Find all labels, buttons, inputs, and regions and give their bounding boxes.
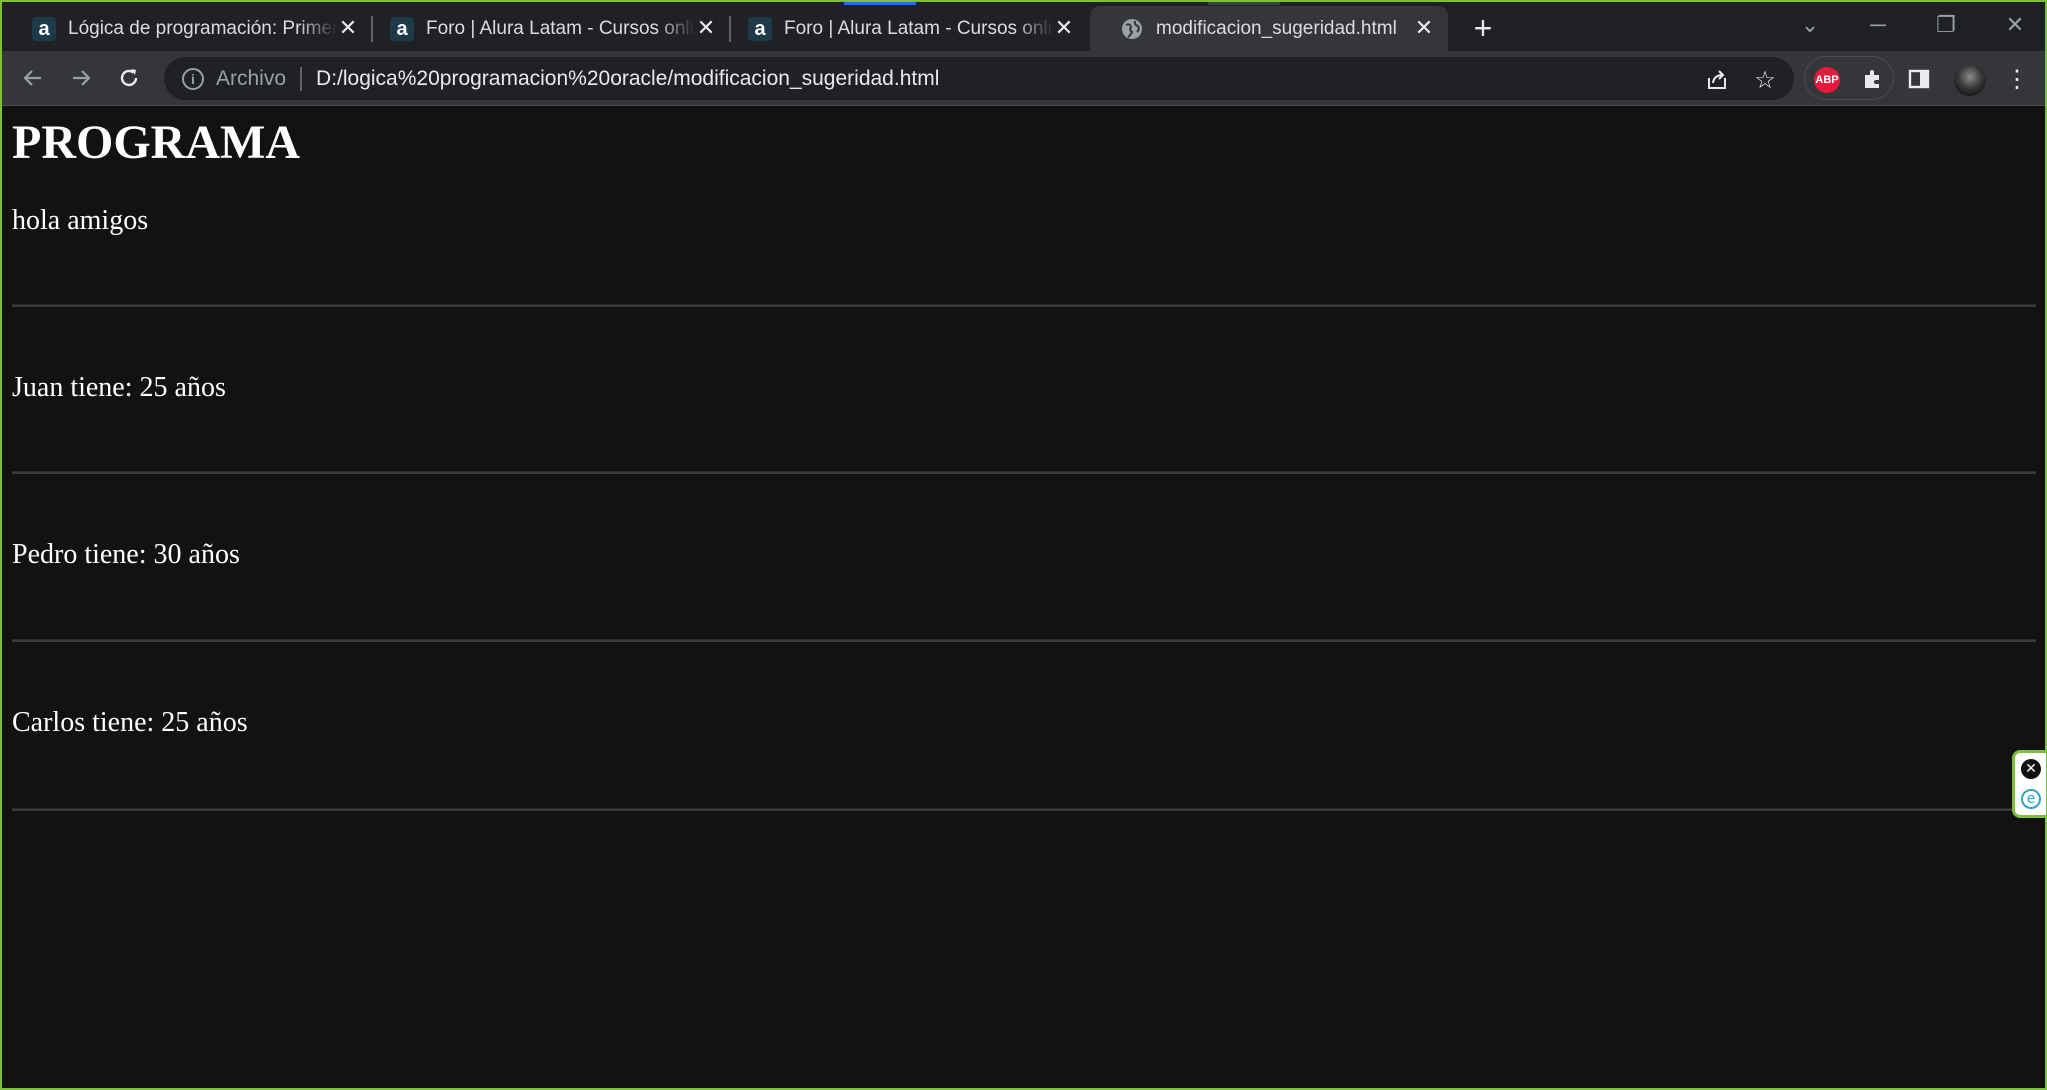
tab-4-active[interactable]: modificacion_sugeridad.html ✕ — [1090, 6, 1448, 51]
horizontal-rule — [12, 304, 2036, 307]
adblock-plus-icon[interactable]: ABP — [1814, 67, 1840, 93]
tab-indicator — [1208, 2, 1280, 5]
globe-icon — [1120, 17, 1144, 41]
share-icon[interactable] — [1704, 67, 1730, 93]
tab-title: Lógica de programación: Primeros pasos — [68, 17, 338, 39]
close-icon[interactable]: ✕ — [336, 15, 360, 40]
close-icon[interactable]: ✕ — [2021, 759, 2041, 779]
tab-title: Foro | Alura Latam - Cursos online — [426, 17, 696, 39]
address-bar[interactable]: i Archivo D:/logica%20programacion%20ora… — [164, 57, 1794, 100]
minimize-button[interactable]: ─ — [1858, 10, 1898, 40]
tab-title: Foro | Alura Latam - Cursos online — [784, 17, 1054, 39]
tab-3[interactable]: a Foro | Alura Latam - Cursos online ✕ — [718, 6, 1088, 51]
tab-search-icon[interactable]: ⌄ — [1790, 10, 1830, 40]
forward-button[interactable] — [64, 61, 98, 95]
close-icon[interactable]: ✕ — [1052, 15, 1076, 40]
side-panel-icon[interactable] — [1904, 64, 1934, 94]
browser-toolbar: i Archivo D:/logica%20programacion%20ora… — [2, 51, 2045, 106]
tab-2[interactable]: a Foro | Alura Latam - Cursos online ✕ — [360, 6, 730, 51]
scheme-label: Archivo — [216, 66, 287, 90]
tab-loading-indicator — [844, 2, 916, 5]
person-line: Juan tiene: 25 años — [12, 372, 226, 403]
close-window-button[interactable]: ✕ — [1995, 10, 2035, 40]
alura-icon: a — [748, 16, 772, 41]
page-title: PROGRAMA — [12, 116, 300, 169]
greeting-text: hola amigos — [12, 205, 149, 236]
new-tab-button[interactable]: + — [1468, 12, 1498, 44]
horizontal-rule — [12, 808, 2036, 811]
menu-kebab-icon[interactable]: ⋮ — [2002, 64, 2032, 94]
url-text[interactable]: D:/logica%20programacion%20oracle/modifi… — [316, 67, 939, 91]
person-line: Carlos tiene: 25 años — [12, 707, 248, 738]
tab-title: modificacion_sugeridad.html — [1156, 17, 1397, 39]
extension-e-icon[interactable]: e — [2021, 789, 2041, 809]
alura-icon: a — [390, 16, 414, 41]
horizontal-rule — [12, 471, 2036, 474]
close-icon[interactable]: ✕ — [1412, 15, 1436, 40]
reload-button[interactable] — [112, 61, 146, 95]
back-button[interactable] — [16, 61, 50, 95]
horizontal-rule — [12, 639, 2036, 642]
page-content: PROGRAMA hola amigos Juan tiene: 25 años… — [2, 107, 2045, 1088]
bookmark-star-icon[interactable]: ☆ — [1752, 67, 1778, 94]
address-separator — [300, 66, 303, 91]
profile-avatar[interactable] — [1954, 64, 1986, 96]
info-icon[interactable]: i — [182, 67, 204, 90]
extensions-puzzle-icon[interactable] — [1858, 64, 1888, 94]
tab-strip: a Lógica de programación: Primeros pasos… — [2, 2, 2045, 51]
restore-button[interactable]: ❐ — [1926, 10, 1966, 40]
extension-side-widget: ✕ e — [2012, 750, 2046, 818]
close-icon[interactable]: ✕ — [694, 15, 718, 40]
tab-1[interactable]: a Lógica de programación: Primeros pasos… — [2, 6, 372, 51]
alura-icon: a — [32, 16, 56, 41]
person-line: Pedro tiene: 30 años — [12, 539, 240, 570]
